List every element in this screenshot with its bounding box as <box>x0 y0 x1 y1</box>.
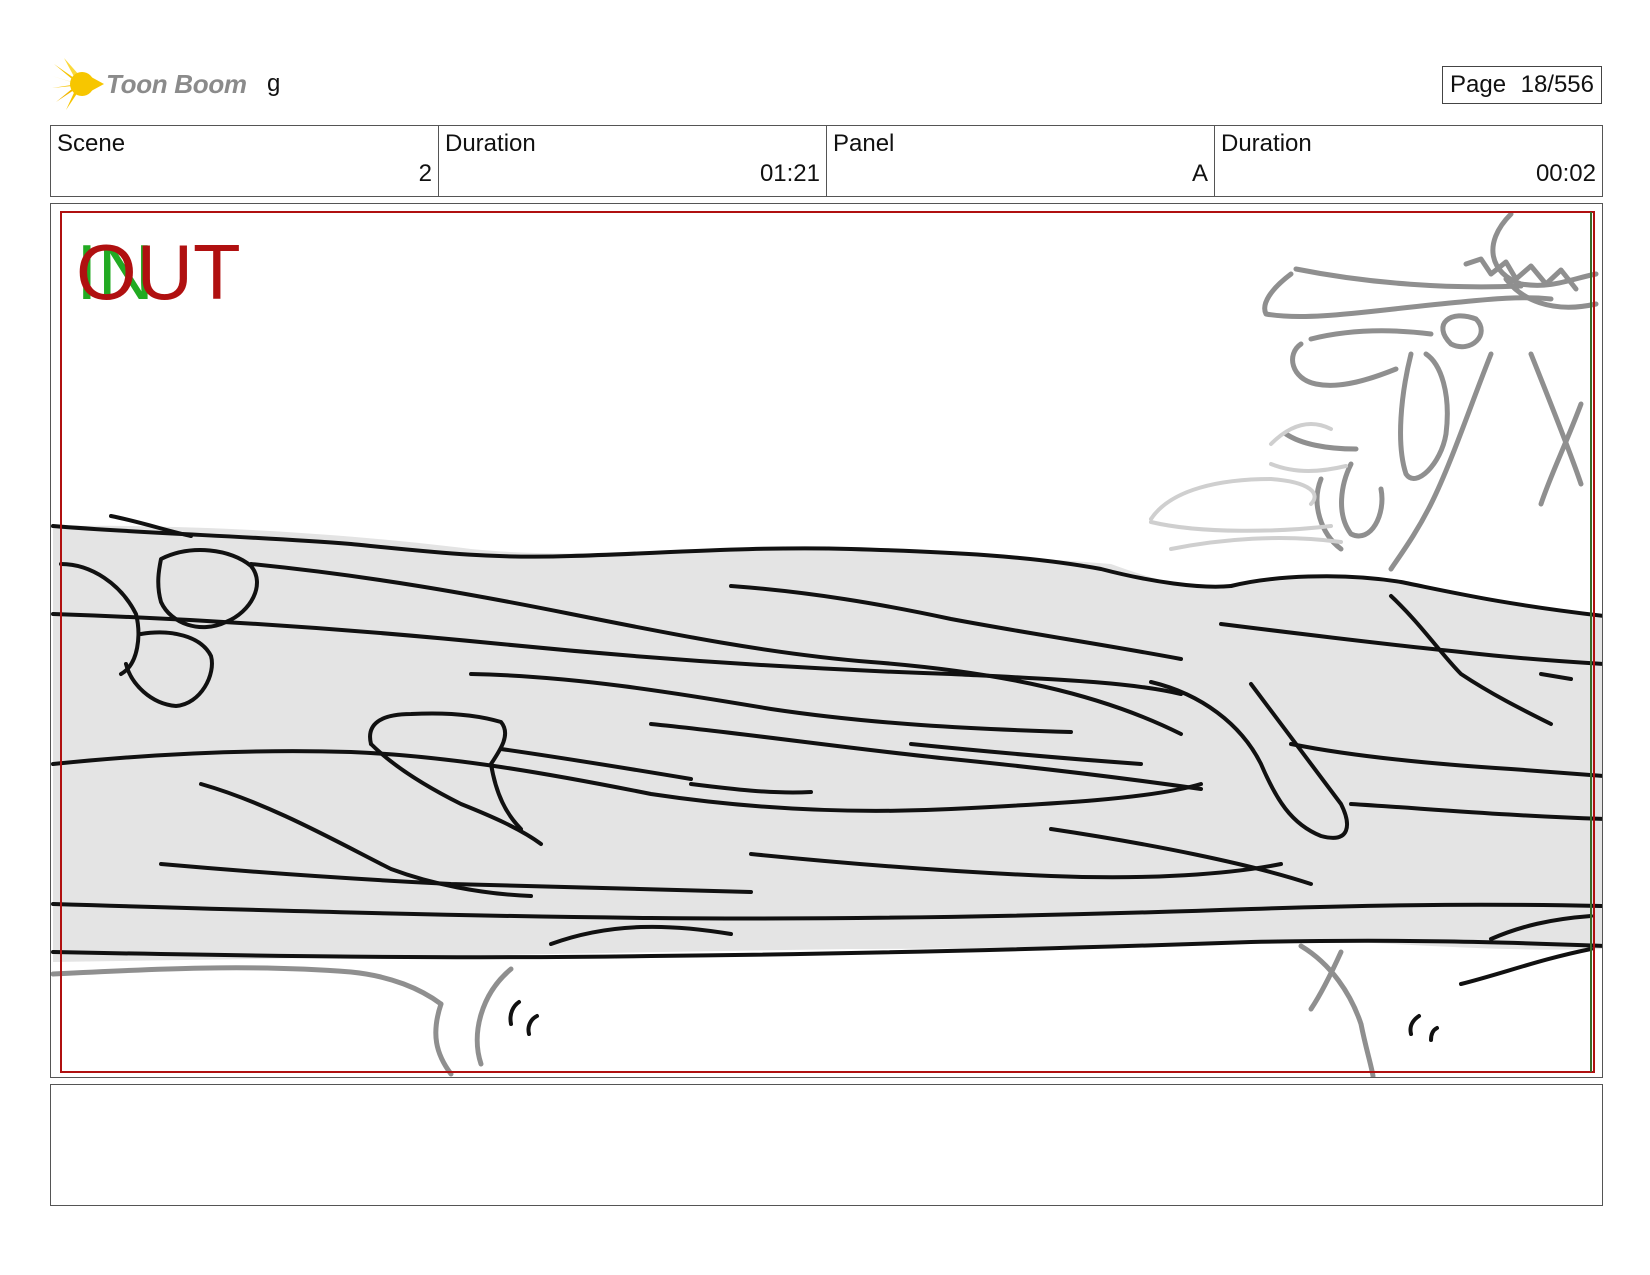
starburst-logo-icon <box>52 58 104 110</box>
project-name: g <box>267 70 281 97</box>
panel-value: A <box>1191 160 1208 187</box>
panel-notes-box <box>50 1084 1603 1206</box>
panel-duration-label: Duration <box>1221 130 1312 157</box>
panel-duration-value: 00:02 <box>1535 160 1596 187</box>
scene-value: 2 <box>418 160 432 187</box>
storyboard-panel: IN OUT <box>50 203 1603 1078</box>
panel-duration-cell: Duration 00:02 <box>1215 126 1602 196</box>
panel-label: Panel <box>833 130 895 157</box>
bottom-marks <box>508 1000 1439 1042</box>
scene-cell: Scene 2 <box>51 126 439 196</box>
page-label: Page <box>1450 71 1507 98</box>
toon-boom-logo: Toon Boom <box>52 56 252 112</box>
bottom-figure-sketch <box>51 943 1376 1077</box>
page-indicator: Page 18/556 <box>1442 66 1602 104</box>
scene-duration-cell: Duration 01:21 <box>439 126 827 196</box>
page-number: 18/556 <box>1520 71 1594 98</box>
scene-label: Scene <box>57 130 126 157</box>
background-character-sketch <box>1262 211 1599 572</box>
scene-duration-value: 01:21 <box>759 160 820 187</box>
panel-info-table: Scene 2 Duration 01:21 Panel A Duration … <box>50 125 1603 197</box>
panel-cell: Panel A <box>827 126 1215 196</box>
brand-name: Toon Boom <box>106 68 247 99</box>
out-marker: OUT <box>76 228 241 316</box>
panel-sketch: IN OUT <box>51 211 1602 1077</box>
scene-duration-label: Duration <box>445 130 536 157</box>
